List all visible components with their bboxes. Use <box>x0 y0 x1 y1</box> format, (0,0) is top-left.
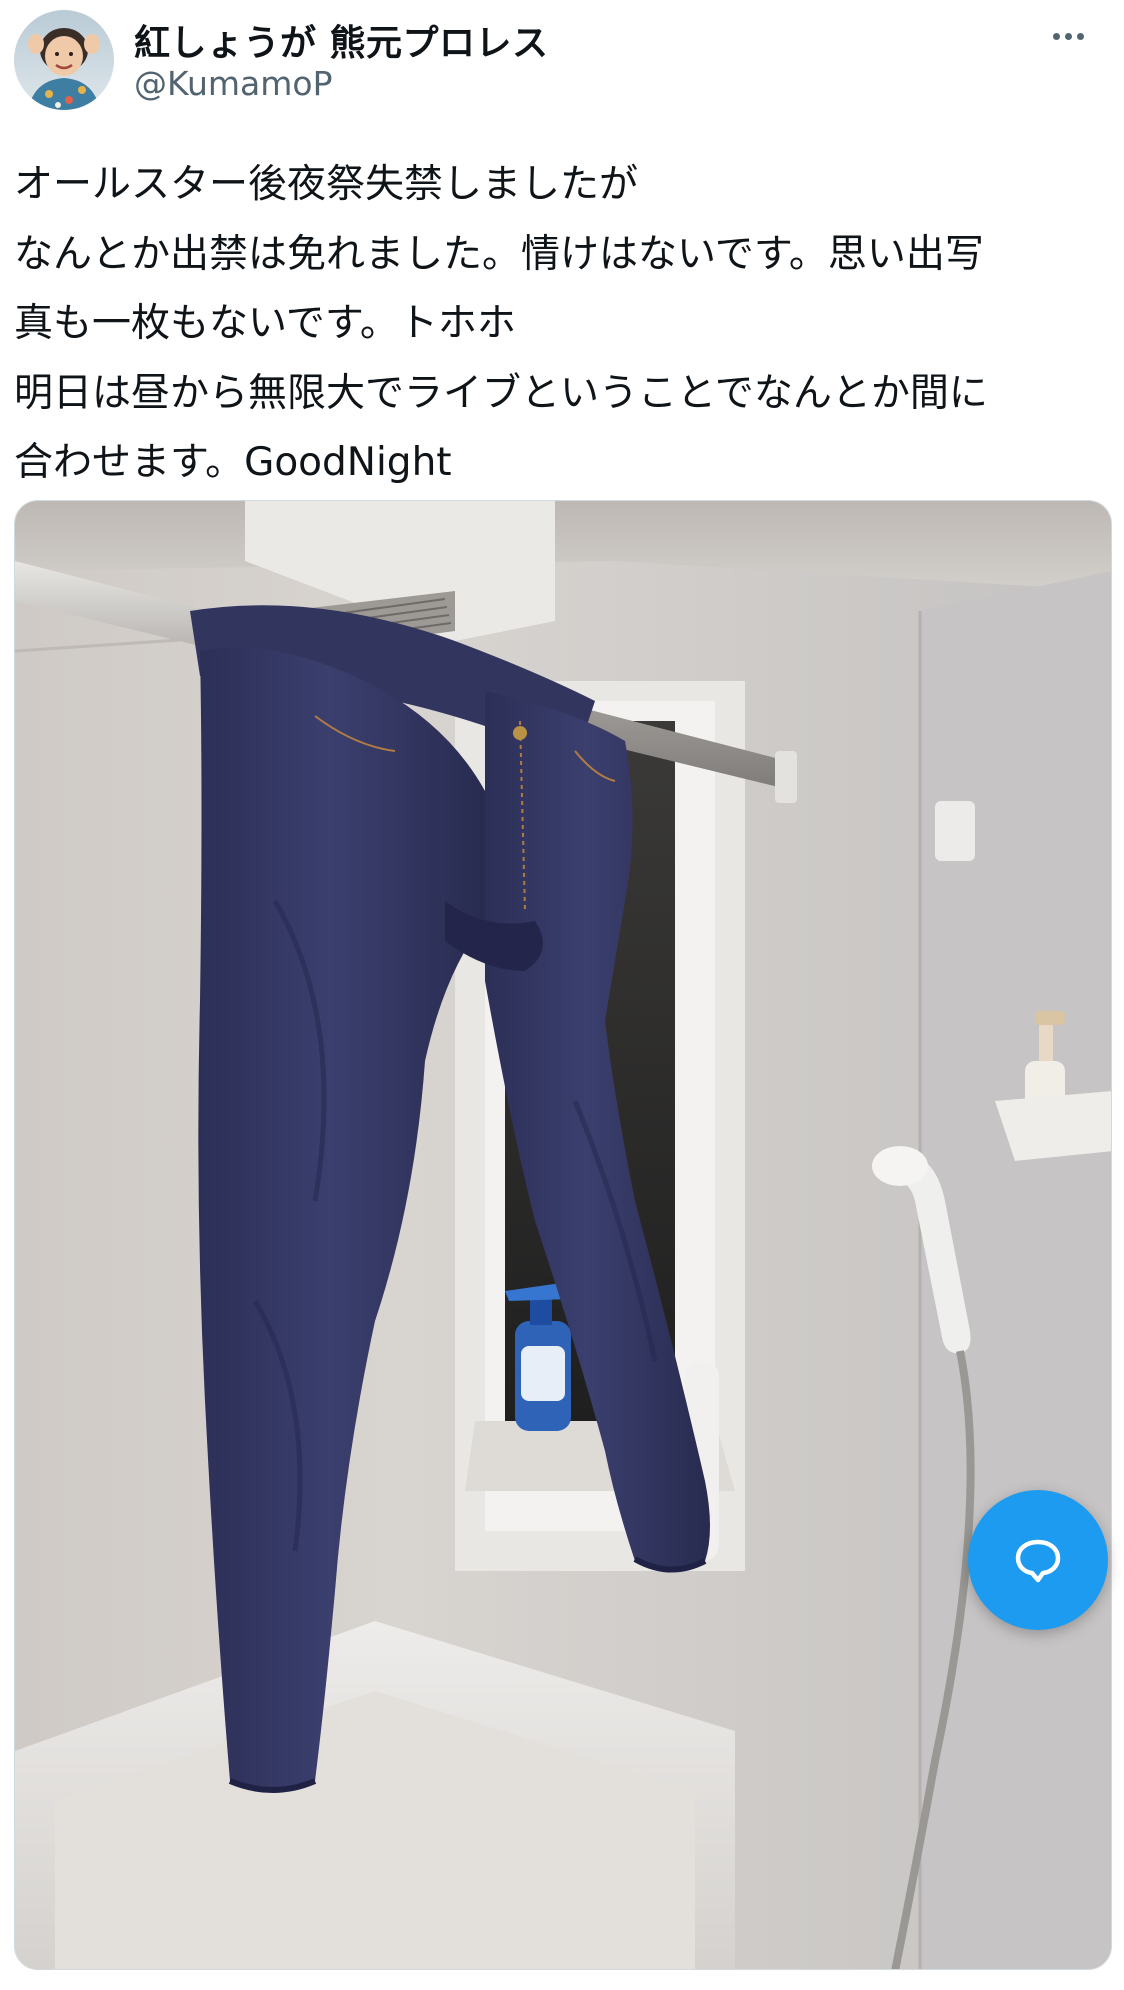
tweet-text-line: 明日は昼から無限大でライブということでなんとか間に <box>14 370 988 416</box>
avatar[interactable] <box>14 10 114 110</box>
reply-bubble-icon <box>1015 1539 1061 1583</box>
more-dots-icon <box>1076 32 1084 40</box>
tweet-header: 紅しょうが 熊元プロレス @KumamoP <box>0 0 1124 120</box>
reply-fab-button[interactable] <box>968 1490 1108 1630</box>
author-display-name[interactable]: 紅しょうが 熊元プロレス <box>134 14 549 66</box>
tweet-photo[interactable] <box>14 500 1112 1970</box>
tweet-text-line: なんとか出禁は免れました。情けはないです。思い出写 <box>14 231 984 277</box>
tweet-text-line: 合わせます。GoodNight <box>14 440 452 485</box>
avatar-photo-icon <box>14 10 114 110</box>
tweet-text-line: オールスター後夜祭失禁しましたが <box>14 162 639 207</box>
tweet-text: オールスター後夜祭失禁しましたが なんとか出禁は免れました。情けはないです。思い… <box>14 150 1104 498</box>
tweet-text-line: 真も一枚もないです。トホホ <box>14 301 516 346</box>
more-options-button[interactable] <box>1040 18 1096 54</box>
more-dots-icon <box>1064 32 1072 40</box>
more-dots-icon <box>1052 32 1060 40</box>
author-handle[interactable]: @KumamoP <box>134 64 333 103</box>
photo-jeans-hanging-in-bathroom <box>15 501 1111 1969</box>
